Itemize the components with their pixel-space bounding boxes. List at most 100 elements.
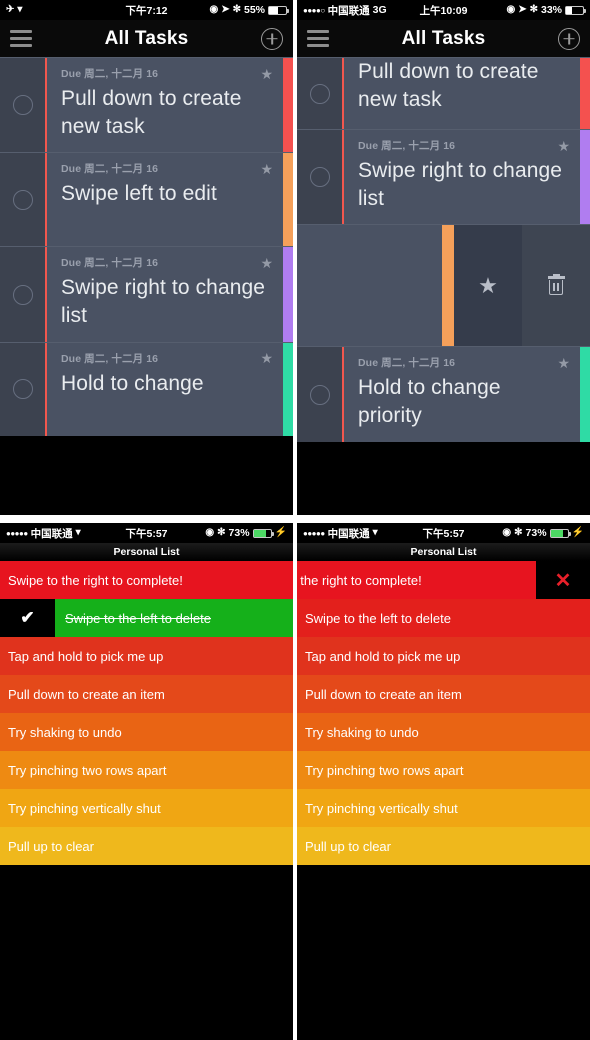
list-item[interactable]: Try pinching vertically shut [0,789,293,827]
task-complete-gutter[interactable] [0,342,47,436]
task-row[interactable]: Due 周二, 十二月 16 ★ Swipe right to change l… [0,246,293,342]
star-icon[interactable]: ★ [557,356,570,370]
list-item-label: Tap and hold to pick me up [305,648,461,664]
battery-icon [268,5,289,15]
navigation-bar: All Tasks [0,20,293,57]
phone-frame: ●●●●● 中国联通 ▾ 下午5:57 ◉ ✻ 73% ⚡ Personal L… [297,523,590,1040]
page-title: All Tasks [401,27,486,49]
task-row[interactable]: Due 周二, 十二月 16 ★ Swipe left to edit [0,152,293,247]
task-title: Hold to change [61,371,204,395]
page-title: Personal List [113,546,180,558]
task-complete-gutter[interactable] [297,58,344,129]
list-item[interactable]: Pull up to clear [297,827,590,865]
do-not-disturb-icon: ◉ [209,4,219,15]
bluetooth-icon: ✻ [232,4,241,15]
charging-icon: ⚡ [274,527,287,538]
page-title: All Tasks [104,27,189,49]
favorite-button[interactable]: ★ [454,225,522,347]
empty-area [0,865,293,1040]
list-item-label: Pull down to create an item [8,686,165,702]
task-title: Swipe right to change list [61,276,266,328]
checkbox-circle-icon[interactable] [12,284,33,305]
priority-strip [283,247,293,342]
list-item-label: Swipe to the left to delete [65,610,211,626]
signal-dots-icon: ●●●●● [6,528,28,538]
list-item-label: Pull up to clear [305,838,391,854]
list-item[interactable]: Pull up to clear [0,827,293,865]
plus-icon[interactable] [261,27,283,50]
task-due-date: Due 周二, 十二月 16 [358,140,456,152]
bluetooth-icon: ✻ [514,527,523,538]
list-item[interactable]: Swipe to the right to complete! [0,561,293,599]
task-complete-gutter[interactable] [0,58,47,153]
task-row[interactable]: Due 周二, 十二月 16 ★ Swipe right to change l… [297,129,590,225]
star-icon[interactable]: ★ [260,162,273,176]
star-icon[interactable]: ★ [260,351,273,365]
list-item[interactable]: Try pinching vertically shut [297,789,590,827]
list-item-label: Pull up to clear [8,838,94,854]
checkbox-circle-icon[interactable] [12,189,33,210]
task-title: Swipe left to edit [61,182,217,206]
do-not-disturb-icon: ◉ [205,527,215,538]
signal-dots-icon: ●●●●○ [303,5,325,15]
swipe-handle[interactable] [442,225,454,347]
list-item-label: Try pinching vertically shut [305,800,458,816]
status-bar: ✈ ▾ 下午7:12 ◉ ➤ ✻ 55% [0,0,293,20]
task-list[interactable]: Due 周二, 十二月 16 ★ Pull down to create new… [0,57,293,436]
task-row[interactable]: Pull down to create new task [297,57,590,129]
task-complete-gutter[interactable] [0,153,47,247]
task-list[interactable]: Pull down to create new task Due 周二, 十二月… [297,57,590,442]
location-icon: ➤ [221,4,230,15]
list-item[interactable]: Tap and hold to pick me up [0,637,293,675]
checkbox-circle-icon[interactable] [309,384,330,405]
task-row[interactable]: Due 周二, 十二月 16 ★ Pull down to create new… [0,57,293,153]
checkbox-circle-icon[interactable] [309,167,330,188]
list-item[interactable]: Pull down to create an item [297,675,590,713]
delete-button[interactable] [522,225,590,347]
navigation-bar: All Tasks [297,20,590,57]
hamburger-icon[interactable] [307,30,329,47]
priority-strip [283,153,293,247]
hamburger-icon[interactable] [10,30,32,47]
list-item[interactable]: Pull down to create an item [0,675,293,713]
carrier-name: 中国联通 [327,527,370,540]
list-item-label: Try pinching two rows apart [305,762,464,778]
task-complete-gutter[interactable] [297,347,344,442]
checkbox-circle-icon[interactable] [12,379,33,400]
panel-top-right: ●●●●○ 中国联通 3G 上午10:09 ◉ ➤ ✻ 33% All Task… [293,0,590,515]
star-icon[interactable]: ★ [557,139,570,153]
task-row[interactable]: Due 周二, 十二月 16 ★ Hold to change priority [297,346,590,442]
task-row-swiped[interactable]: 月 16 ★ e left to ★ [297,224,590,347]
list-item[interactable]: Swipe to the left to delete [297,599,590,637]
star-icon[interactable]: ★ [260,67,273,81]
checkbox-circle-icon[interactable] [12,95,33,116]
list-item-label: Tap and hold to pick me up [8,648,164,664]
task-complete-gutter[interactable] [0,247,47,342]
swipe-action-panel: ★ [442,225,590,347]
task-row[interactable]: Due 周二, 十二月 16 ★ Hold to change [0,341,293,436]
list-item-label: e to the right to complete! [297,572,422,588]
list-item[interactable]: Try pinching two rows apart [0,751,293,789]
plus-icon[interactable] [558,27,580,50]
page-title: Personal List [410,546,477,558]
list-item-label: Pull down to create an item [305,686,462,702]
list-item-label: Try shaking to undo [8,724,122,740]
list-item-swiped[interactable]: e to the right to complete! ✕ [297,561,590,599]
task-complete-gutter[interactable] [297,130,344,225]
task-title: Pull down to create new task [61,87,242,138]
do-not-disturb-icon: ◉ [506,4,516,15]
do-not-disturb-icon: ◉ [502,527,512,538]
wifi-icon: ▾ [75,527,81,538]
list-item[interactable]: Try shaking to undo [0,713,293,751]
complete-checkmark-icon[interactable]: ✔ [0,599,55,637]
delete-x-icon[interactable]: ✕ [536,561,590,599]
navigation-bar: Personal List [0,543,293,561]
checkbox-circle-icon[interactable] [309,83,330,104]
list-item[interactable]: Try shaking to undo [297,713,590,751]
star-icon[interactable]: ★ [260,256,273,270]
task-title: Swipe right to change list [358,159,563,210]
list-item[interactable]: Try pinching two rows apart [297,751,590,789]
task-due-date: Due 周二, 十二月 16 [61,352,159,365]
list-item[interactable]: Tap and hold to pick me up [297,637,590,675]
list-item-completed[interactable]: ✔ Swipe to the left to delete [0,599,293,637]
